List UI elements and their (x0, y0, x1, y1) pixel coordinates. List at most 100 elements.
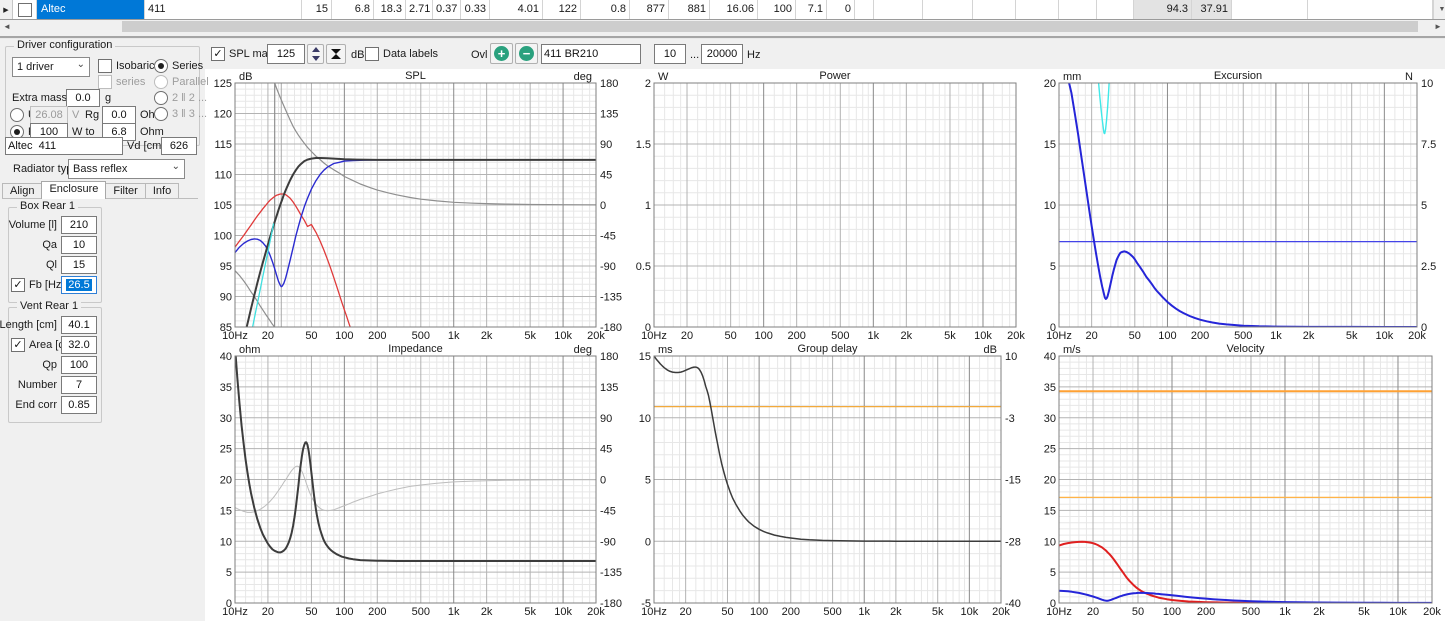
area-field[interactable] (61, 336, 97, 354)
series-radio[interactable]: Series (154, 59, 203, 73)
volume-field[interactable] (61, 216, 97, 234)
svg-text:0.5: 0.5 (636, 261, 651, 273)
table-cell[interactable] (923, 0, 973, 19)
svg-text:95: 95 (220, 261, 232, 273)
hz-unit-label: Hz (747, 49, 760, 61)
rg-field[interactable] (102, 106, 136, 124)
parallel-radio[interactable]: Parallel (154, 75, 209, 89)
data-labels-checkbox[interactable]: Data labels (365, 47, 438, 61)
svg-text:125: 125 (214, 78, 232, 90)
table-cell[interactable]: 122 (543, 0, 581, 19)
svg-text:30: 30 (220, 413, 232, 425)
svg-text:10: 10 (1044, 200, 1056, 212)
table-cell[interactable]: 37.91 (1192, 0, 1232, 19)
svg-text:5: 5 (226, 567, 232, 579)
table-cell[interactable] (1097, 0, 1134, 19)
table-cell[interactable] (1232, 0, 1308, 19)
qa-label: Qa (42, 239, 57, 251)
freq-to-field[interactable] (701, 44, 743, 64)
table-cell[interactable]: 7.1 (796, 0, 827, 19)
table-cell[interactable] (1016, 0, 1059, 19)
endcorr-field[interactable] (61, 396, 97, 414)
spl-max-spinner[interactable] (307, 44, 324, 64)
tab-info[interactable]: Info (145, 183, 179, 199)
svg-text:50: 50 (721, 606, 733, 618)
svg-text:10: 10 (1005, 351, 1017, 363)
svg-text:20: 20 (262, 330, 274, 342)
table-cell[interactable]: 411 (145, 0, 302, 19)
scrollbar-thumb[interactable] (122, 21, 1418, 32)
overlay-name-field[interactable] (541, 44, 641, 64)
svg-text:1: 1 (645, 200, 651, 212)
rg-label: Rg (85, 109, 99, 121)
series-checkbox[interactable]: series (98, 75, 145, 89)
table-cell[interactable]: 0.33 (461, 0, 490, 19)
svg-text:20: 20 (681, 330, 693, 342)
table-cell[interactable]: 0 (827, 0, 855, 19)
table-cell[interactable]: 94.3 (1134, 0, 1192, 19)
isobaric-checkbox[interactable]: Isobaric (98, 59, 155, 73)
remove-overlay-button[interactable]: − (515, 43, 538, 64)
table-vertical-scrollbar[interactable]: ▼ (1433, 0, 1445, 19)
vd-field[interactable] (161, 137, 197, 155)
table-cell[interactable]: 15 (302, 0, 332, 19)
voltage-field[interactable] (30, 106, 68, 124)
spl-max-checkbox[interactable]: ✓ SPL max (211, 47, 273, 61)
add-overlay-button[interactable]: + (490, 43, 513, 64)
fb-field[interactable]: 26.5 (61, 276, 97, 294)
freq-from-field[interactable] (654, 44, 686, 64)
svg-text:5k: 5k (944, 330, 956, 342)
driver-name-field[interactable] (5, 137, 123, 155)
scroll-right-icon[interactable]: ► (1431, 20, 1445, 33)
table-cell[interactable]: 0.8 (581, 0, 630, 19)
svg-text:1.5: 1.5 (636, 139, 651, 151)
driver-name-cell[interactable]: Altec (37, 0, 145, 19)
table-cell[interactable] (1308, 0, 1433, 19)
table-cell[interactable] (973, 0, 1016, 19)
qp-field[interactable] (61, 356, 97, 374)
table-cell[interactable] (855, 0, 874, 19)
fb-checkbox[interactable]: ✓ Fb [Hz] (11, 278, 64, 292)
driver-count-combo[interactable]: 1 driver ⌄ (12, 57, 90, 77)
length-field[interactable] (61, 316, 97, 334)
table-cell[interactable] (874, 0, 923, 19)
svg-text:20k: 20k (992, 606, 1010, 618)
svg-text:-135: -135 (600, 292, 622, 304)
table-cell[interactable]: 0.37 (433, 0, 461, 19)
scroll-left-icon[interactable]: ◄ (0, 20, 14, 33)
ql-field[interactable] (61, 256, 97, 274)
table-cell[interactable]: 2.71 (406, 0, 433, 19)
autoscale-button[interactable] (326, 44, 346, 64)
table-cell[interactable]: 881 (669, 0, 710, 19)
tab-filter[interactable]: Filter (105, 183, 145, 199)
spin-down-icon[interactable] (312, 56, 320, 61)
qa-field[interactable] (61, 236, 97, 254)
table-horizontal-scrollbar[interactable]: ◄ ► (0, 20, 1445, 33)
parallel-33-radio[interactable]: 3 ‖ 3 ... (154, 107, 207, 121)
svg-text:50: 50 (305, 330, 317, 342)
tab-align[interactable]: Align (2, 183, 42, 199)
svg-text:10Hz: 10Hz (641, 330, 667, 342)
table-cell[interactable]: 4.01 (490, 0, 543, 19)
spin-up-icon[interactable] (312, 47, 320, 52)
svg-text:15: 15 (1044, 505, 1056, 517)
table-cell[interactable]: 100 (758, 0, 796, 19)
svg-text:180: 180 (600, 351, 618, 363)
svg-text:10: 10 (1044, 536, 1056, 548)
driver-row-checkbox[interactable] (13, 0, 37, 19)
chevron-down-icon: ⌄ (77, 59, 85, 70)
table-cell[interactable]: 6.8 (332, 0, 374, 19)
extra-mass-field[interactable] (66, 89, 100, 107)
spl-max-field[interactable] (267, 44, 305, 64)
tab-enclosure[interactable]: Enclosure (41, 181, 106, 199)
number-field[interactable] (61, 376, 97, 394)
table-cell[interactable]: 877 (630, 0, 669, 19)
table-cell[interactable] (1059, 0, 1097, 19)
parallel-22-radio[interactable]: 2 ‖ 2 ... (154, 91, 207, 105)
radiator-type-combo[interactable]: Bass reflex ⌄ (68, 159, 185, 179)
table-cell[interactable]: 18.3 (374, 0, 406, 19)
total-spl-curve (247, 158, 596, 327)
table-cell[interactable]: 16.06 (710, 0, 758, 19)
svg-text:dB: dB (984, 344, 997, 356)
driver-table-row[interactable]: ▶ Altec 411156.818.32.710.370.334.011220… (0, 0, 1445, 20)
